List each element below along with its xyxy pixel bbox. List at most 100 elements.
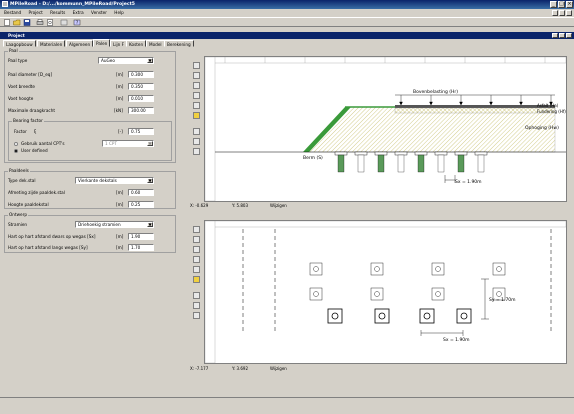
afmeting-unit: [m] [116, 190, 124, 195]
minimize-icon[interactable]: _ [550, 1, 557, 8]
tab-model[interactable]: Model [146, 40, 165, 47]
zoom-in-icon[interactable] [193, 236, 200, 243]
hoogte-paaldek-input[interactable]: 0.25 [128, 201, 154, 208]
zoom-extent-icon[interactable] [193, 266, 200, 273]
sx-label: Hart op hart afstand dwars op wegas [Sx] [8, 234, 96, 239]
app-titlebar: MPileRoad - D:/.../kommunn_MPileRoad/Pro… [0, 0, 574, 9]
afmeting-input[interactable]: 0.60 [128, 189, 154, 196]
paal-type-label: Paal type [8, 58, 28, 63]
top-view-toolbar [191, 56, 204, 202]
menu-item-help[interactable]: Help [114, 10, 124, 15]
label-bovenbelasting: Bovenbelasting (Hr) [413, 89, 458, 95]
folder-icon[interactable] [193, 112, 200, 119]
project-window-title: Project [0, 32, 574, 39]
tab-materialen[interactable]: Materialen [37, 40, 66, 47]
grid-icon[interactable] [193, 148, 200, 155]
cross-section-view[interactable]: Bovenbelasting (Hr) Asfalt (Ha) Funderin… [204, 56, 567, 202]
voet-breedte-input[interactable]: 0.350 [128, 83, 154, 90]
save-icon[interactable] [23, 19, 31, 26]
ontwerp-group-label: Ontwerp [8, 212, 28, 217]
measure-icon[interactable] [193, 292, 200, 299]
print-icon[interactable] [36, 19, 44, 26]
app-icon [2, 1, 8, 7]
radio-user-defined[interactable] [14, 149, 18, 153]
sy-input[interactable]: 1.70 [128, 244, 154, 251]
label-sx-bottom: Sx = 1.90m [443, 337, 470, 343]
tab-laagopbouw[interactable]: Laagopbouw [3, 40, 36, 47]
maximize-icon[interactable]: □ [558, 1, 565, 8]
tab-strip: Laagopbouw Materialen Algemeen Palen Lij… [0, 39, 574, 47]
factor-input[interactable]: 0.75 [128, 128, 154, 135]
voet-breedte-unit: [m] [116, 84, 124, 89]
menu-item-project[interactable]: Project [29, 10, 43, 15]
project-minimize-icon[interactable] [552, 33, 558, 38]
stramien-select[interactable]: Driehoekig stramien ▼ [75, 221, 154, 228]
sx-unit: [m] [116, 234, 124, 239]
zoom-in-icon[interactable] [193, 72, 200, 79]
chevron-down-icon: ▼ [147, 141, 153, 146]
menu-item-venster[interactable]: Venster [91, 10, 107, 15]
top-status-x: X: -0.629 [190, 203, 209, 208]
menu-item-bestand[interactable]: Bestand [4, 10, 21, 15]
mdi-minimize-icon[interactable] [552, 10, 558, 16]
paal-type-select[interactable]: AuGeo ▼ [98, 57, 154, 64]
measure-icon[interactable] [193, 128, 200, 135]
mdi-close-icon[interactable] [566, 10, 572, 16]
open-icon[interactable] [13, 19, 21, 26]
paaldeel-type-select[interactable]: Vierkante dekstals ▼ [75, 177, 154, 184]
voet-breedte-label: Voet breedte [8, 84, 35, 89]
tab-berekening[interactable]: Berekening [164, 40, 194, 47]
zoom-out-icon[interactable] [193, 246, 200, 253]
folder-icon[interactable] [193, 276, 200, 283]
tab-lijnf[interactable]: Lijn F [110, 40, 128, 47]
tab-algemeen[interactable]: Algemeen [66, 40, 94, 47]
project-close-icon[interactable] [566, 33, 572, 38]
export-icon[interactable] [60, 19, 68, 26]
select-icon[interactable] [193, 62, 200, 69]
paal-diameter-unit: [m] [116, 72, 124, 77]
calculate-icon[interactable]: ? [73, 19, 81, 26]
project-maximize-icon[interactable] [559, 33, 565, 38]
preview-icon[interactable] [46, 19, 54, 26]
max-draagkracht-input[interactable]: 300.00 [128, 107, 154, 114]
ruler-icon[interactable] [193, 302, 200, 309]
chevron-down-icon: ▼ [147, 178, 153, 183]
voet-hoogte-input[interactable]: 0.010 [128, 95, 154, 102]
label-berm: Berm (S) [303, 155, 323, 161]
zoom-extent-icon[interactable] [193, 102, 200, 109]
zoom-out-icon[interactable] [193, 82, 200, 89]
new-icon[interactable] [3, 19, 11, 26]
status-bar [0, 397, 574, 414]
plan-view[interactable]: Sy = 1.70m Sx = 1.90m [204, 220, 567, 364]
tab-palen[interactable]: Palen [93, 39, 111, 47]
pan-icon[interactable] [193, 256, 200, 263]
sx-input[interactable]: 1.90 [128, 233, 154, 240]
radio-cpt-label: Gebruik aantal CPT's [21, 141, 65, 146]
paal-diameter-input[interactable]: 0.300 [128, 71, 154, 78]
tab-kosten[interactable]: Kosten [126, 40, 147, 47]
toolbar: ? [0, 17, 574, 27]
grid-icon[interactable] [193, 312, 200, 319]
sy-label: Hart op hart afstand langs wegas [Sy] [8, 245, 88, 250]
close-icon[interactable]: × [566, 1, 573, 8]
paaldeel-group-label: Paaldeels [8, 168, 30, 173]
chevron-down-icon: ▼ [147, 222, 153, 227]
radio-user-defined-label: User defined [21, 148, 48, 153]
cpt-select[interactable]: 1 CPT ▼ [102, 140, 154, 147]
menu-item-extra[interactable]: Extra [73, 10, 84, 15]
bottom-status-x: X: -7.177 [190, 366, 209, 371]
menu-item-results[interactable]: Results [50, 10, 65, 15]
pan-icon[interactable] [193, 92, 200, 99]
label-asfalt: Asfalt (Ha) [537, 103, 559, 108]
pile-settings-panel: Paal Paal type AuGeo ▼ Paal diameter [D_e… [2, 47, 178, 377]
select-icon[interactable] [193, 226, 200, 233]
cpt-select-value: 1 CPT [105, 141, 118, 146]
top-status-y: Y: 5.803 [232, 203, 248, 208]
mdi-restore-icon[interactable] [559, 10, 565, 16]
afmeting-label: Afmeting zijde paaldek.stal [8, 190, 65, 195]
ruler-icon[interactable] [193, 138, 200, 145]
radio-cpt[interactable] [14, 142, 18, 146]
factor-unit: [-] [118, 129, 123, 134]
project-window-label: Project [8, 33, 25, 38]
plan-canvas: Sy = 1.70m Sx = 1.90m [204, 220, 567, 364]
